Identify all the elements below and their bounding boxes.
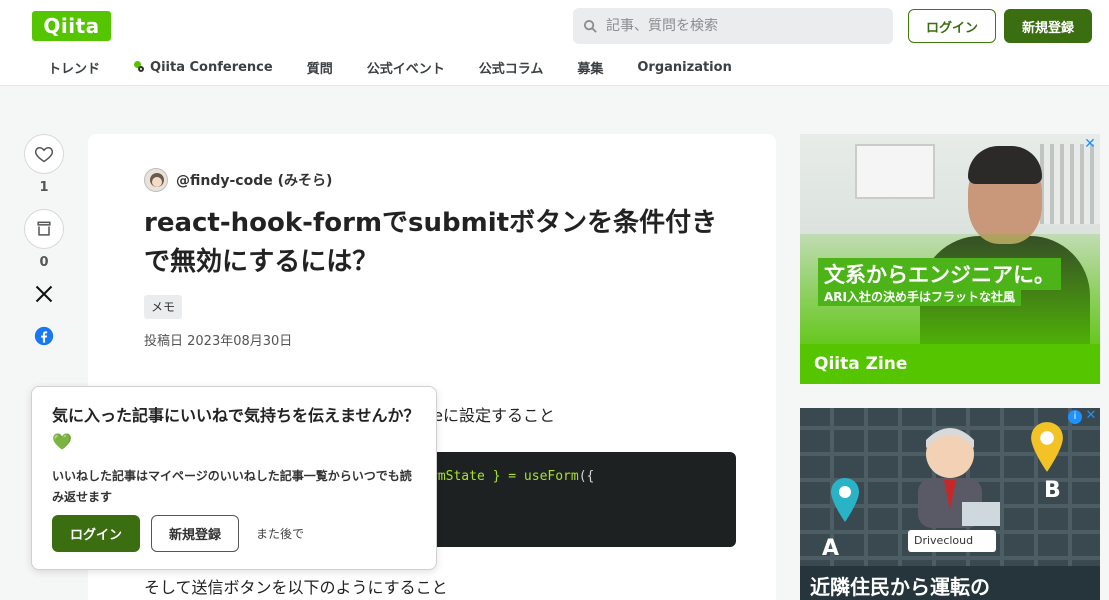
popup-later-link[interactable]: また後で bbox=[256, 525, 304, 542]
ad-drivecloud-card: Drivecloud bbox=[908, 530, 996, 552]
ad-banner-qiita-zine[interactable]: 文系からエンジニアに。 ARI入社の決め手はフラットな社風 Qiita Zine… bbox=[800, 134, 1100, 384]
share-column: 1 0 bbox=[22, 134, 66, 350]
site-header: Qiita ログイン 新規登録 トレンド Qiita Conference 質問… bbox=[0, 0, 1109, 86]
ad-photo-blinds bbox=[1040, 144, 1100, 224]
nav-item-recruit[interactable]: 募集 bbox=[560, 58, 620, 77]
nav-item-conference[interactable]: Qiita Conference bbox=[117, 60, 290, 75]
nav-item-events[interactable]: 公式イベント bbox=[350, 58, 462, 77]
login-button[interactable]: ログイン bbox=[908, 9, 996, 43]
qiita-logo[interactable]: Qiita bbox=[32, 11, 111, 41]
code-block: rmState } = useForm({ bbox=[424, 452, 736, 547]
popup-login-button[interactable]: ログイン bbox=[52, 515, 140, 552]
main-nav: トレンド Qiita Conference 質問 公式イベント 公式コラム 募集… bbox=[32, 52, 749, 82]
body-text: geに設定すること bbox=[423, 406, 556, 425]
nav-item-trend[interactable]: トレンド bbox=[32, 58, 117, 77]
map-pin-icon bbox=[831, 478, 859, 522]
nav-item-conference-label: Qiita Conference bbox=[150, 59, 273, 75]
popup-title: 気に入った記事にいいねで気持ちを伝えませんか？💚 bbox=[52, 406, 420, 452]
search-icon bbox=[583, 19, 597, 33]
popup-description: いいねした記事はマイページのいいねした記事一覧からいつでも読み返せます bbox=[52, 469, 412, 504]
author-name: @findy-code (みそら) bbox=[176, 173, 333, 189]
stock-button[interactable] bbox=[24, 209, 64, 249]
heart-icon bbox=[34, 146, 54, 163]
like-prompt-popup: 気に入った記事にいいねで気持ちを伝えませんか？💚 いいねした記事はマイページのい… bbox=[31, 386, 437, 570]
stock-icon bbox=[37, 221, 51, 236]
body-text-2: そして送信ボタンを以下のようにすること bbox=[144, 578, 448, 597]
code-line: rmState } = useForm({ bbox=[430, 469, 595, 484]
nav-item-organization[interactable]: Organization bbox=[620, 60, 748, 75]
stock-count: 0 bbox=[39, 255, 49, 270]
search-input[interactable] bbox=[606, 18, 876, 34]
x-share-icon[interactable] bbox=[34, 284, 54, 304]
author-info[interactable]: @findy-code (みそら) bbox=[144, 168, 332, 192]
ad-brand: Qiita Zine bbox=[800, 344, 1100, 384]
ad-photo-frame bbox=[855, 144, 935, 199]
article-tag[interactable]: メモ bbox=[144, 295, 183, 319]
map-label-a: A bbox=[822, 536, 840, 561]
ad-subline: ARI入社の決め手はフラットな社風 bbox=[818, 287, 1021, 306]
ad-headline: 文系からエンジニアに。 bbox=[818, 258, 1061, 290]
popup-signup-button[interactable]: 新規登録 bbox=[151, 515, 239, 552]
ad-info-icon[interactable]: i bbox=[1068, 410, 1082, 424]
facebook-share-icon[interactable] bbox=[34, 326, 54, 346]
signup-button[interactable]: 新規登録 bbox=[1004, 9, 1092, 43]
search-box[interactable] bbox=[573, 8, 893, 44]
nav-item-columns[interactable]: 公式コラム bbox=[462, 58, 561, 77]
nav-item-questions[interactable]: 質問 bbox=[290, 58, 350, 77]
map-pin-icon bbox=[1031, 422, 1063, 472]
ad-close-icon[interactable]: ✕ bbox=[1082, 136, 1098, 152]
map-label-b: B bbox=[1044, 478, 1061, 503]
ad-character-illustration bbox=[918, 428, 1000, 528]
ad-headline-2: 近隣住民から運転の bbox=[810, 575, 990, 599]
conference-icon bbox=[134, 61, 146, 73]
ad-close-icon-2[interactable]: ✕ bbox=[1084, 409, 1098, 423]
like-count: 1 bbox=[39, 180, 49, 195]
avatar bbox=[144, 168, 168, 192]
posted-date: 投稿日 2023年08月30日 bbox=[144, 334, 293, 349]
article-title: react-hook-formでsubmitボタンを条件付きで無効にするには？ bbox=[144, 208, 718, 277]
ad-banner-drivecloud[interactable]: A B Drivecloud 近隣住民から運転の i ✕ bbox=[800, 408, 1100, 600]
like-button[interactable] bbox=[24, 134, 64, 174]
